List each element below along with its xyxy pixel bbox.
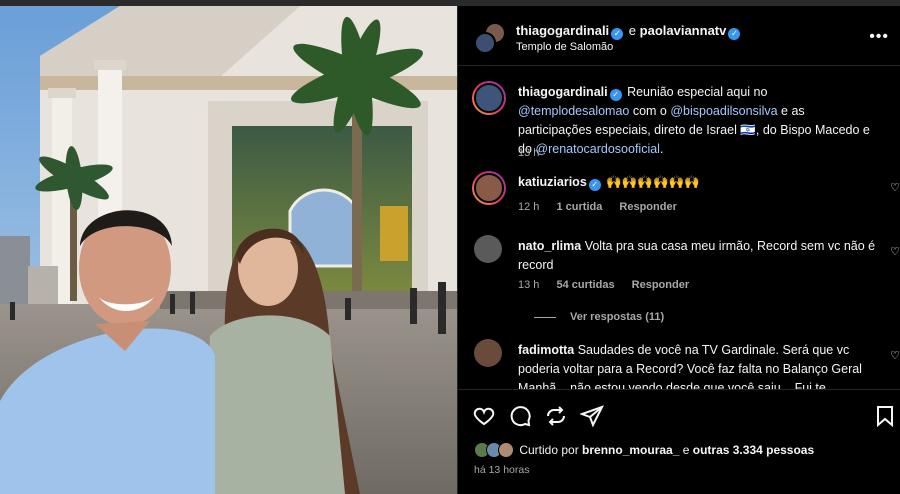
comment-username[interactable]: nato_rlima — [518, 239, 581, 253]
comment-username[interactable]: fadimotta — [518, 343, 574, 357]
comment-avatar[interactable] — [472, 171, 506, 205]
instagram-post-modal: thiagogardinali ✓ e paolaviannatv ✓ Templo… — [0, 0, 900, 494]
comment-avatar[interactable] — [474, 339, 502, 367]
share-icon[interactable] — [544, 404, 568, 428]
caption-text-part: . — [659, 142, 664, 156]
liked-user[interactable]: brenno_mouraa_ — [582, 443, 679, 457]
verified-icon: ✓ — [611, 28, 624, 40]
mention-link[interactable]: @renatocardosooficial — [535, 142, 660, 156]
comment-time[interactable]: 13 h — [518, 279, 539, 291]
liked-by: Curtido por brenno_mouraa_ e outras 3.33… — [474, 442, 814, 458]
comment-text: katiuziarios ✓ 🙌🙌🙌🙌🙌🙌 — [518, 173, 878, 192]
more-icon[interactable]: ••• — [869, 28, 889, 46]
liker-avatar — [498, 442, 514, 458]
caption-time[interactable]: 13 h — [518, 147, 539, 159]
heart-icon[interactable]: ♡ — [890, 245, 900, 258]
post-header: thiagogardinali ✓ e paolaviannatv ✓ Templo… — [458, 6, 900, 66]
comment-likes[interactable]: 54 curtidas — [556, 279, 614, 291]
liked-prefix: Curtido por — [519, 443, 583, 457]
caption-avatar[interactable] — [472, 81, 506, 115]
post-time: há 13 horas — [474, 464, 530, 476]
view-replies-label: Ver respostas (11) — [570, 311, 665, 323]
comment-icon[interactable] — [508, 404, 532, 428]
comment-body: 🙌🙌🙌🙌🙌🙌 — [602, 175, 700, 189]
caption-text: thiagogardinali ✓ Reunião especial aqui n… — [518, 83, 878, 159]
authors-conjunction: e — [628, 23, 637, 38]
collab-avatars[interactable] — [474, 22, 506, 54]
view-replies-button[interactable]: Ver respostas (11) — [534, 311, 664, 323]
post-authors: thiagogardinali ✓ e paolaviannatv ✓ — [516, 23, 742, 40]
liked-avatars — [474, 442, 516, 458]
heart-icon[interactable]: ♡ — [890, 181, 900, 194]
comment-time[interactable]: 12 h — [518, 201, 539, 213]
comment-likes[interactable]: 1 curtida — [556, 201, 602, 213]
post-details-panel: thiagogardinali ✓ e paolaviannatv ✓ Templo… — [457, 6, 900, 494]
caption-username[interactable]: thiagogardinali — [518, 85, 608, 99]
caption-text-part: com o — [629, 104, 671, 118]
verified-icon: ✓ — [609, 89, 622, 101]
collaborator-username[interactable]: paolaviannatv — [640, 23, 727, 38]
caption-text-part: Reunião especial aqui no — [623, 85, 768, 99]
verified-icon: ✓ — [728, 28, 741, 40]
replies-dash — [534, 316, 556, 318]
post-photo-illustration — [0, 6, 457, 494]
mention-link[interactable]: @templodesalomao — [518, 104, 629, 118]
post-photo[interactable] — [0, 6, 457, 494]
comment-meta: 12 h 1 curtida Responder — [518, 201, 691, 213]
comments-thread[interactable]: thiagogardinali ✓ Reunião especial aqui n… — [458, 67, 900, 389]
author-username[interactable]: thiagogardinali — [516, 23, 609, 38]
verified-icon: ✓ — [588, 179, 601, 191]
liked-middle: e — [679, 443, 693, 457]
caption-meta: 13 h — [518, 147, 553, 159]
reply-button[interactable]: Responder — [632, 279, 689, 291]
comment-avatar[interactable] — [474, 235, 502, 263]
comment-text: fadimotta Saudades de você na TV Gardina… — [518, 341, 878, 389]
post-actions: Curtido por brenno_mouraa_ e outras 3.33… — [458, 389, 900, 494]
comment-username[interactable]: katiuziarios — [518, 175, 587, 189]
author-avatar[interactable] — [474, 32, 496, 54]
comment-text: nato_rlima Volta pra sua casa meu irmão,… — [518, 237, 878, 275]
bookmark-icon[interactable] — [873, 404, 897, 428]
heart-icon[interactable]: ♡ — [890, 349, 900, 362]
mention-link[interactable]: @bispoadilsonsilva — [670, 104, 777, 118]
post-location[interactable]: Templo de Salomão — [516, 41, 613, 53]
comment-meta: 13 h 54 curtidas Responder — [518, 279, 703, 291]
send-icon[interactable] — [579, 404, 604, 428]
liked-others[interactable]: outras 3.334 pessoas — [693, 443, 814, 457]
heart-icon[interactable] — [472, 404, 496, 428]
reply-button[interactable]: Responder — [619, 201, 676, 213]
